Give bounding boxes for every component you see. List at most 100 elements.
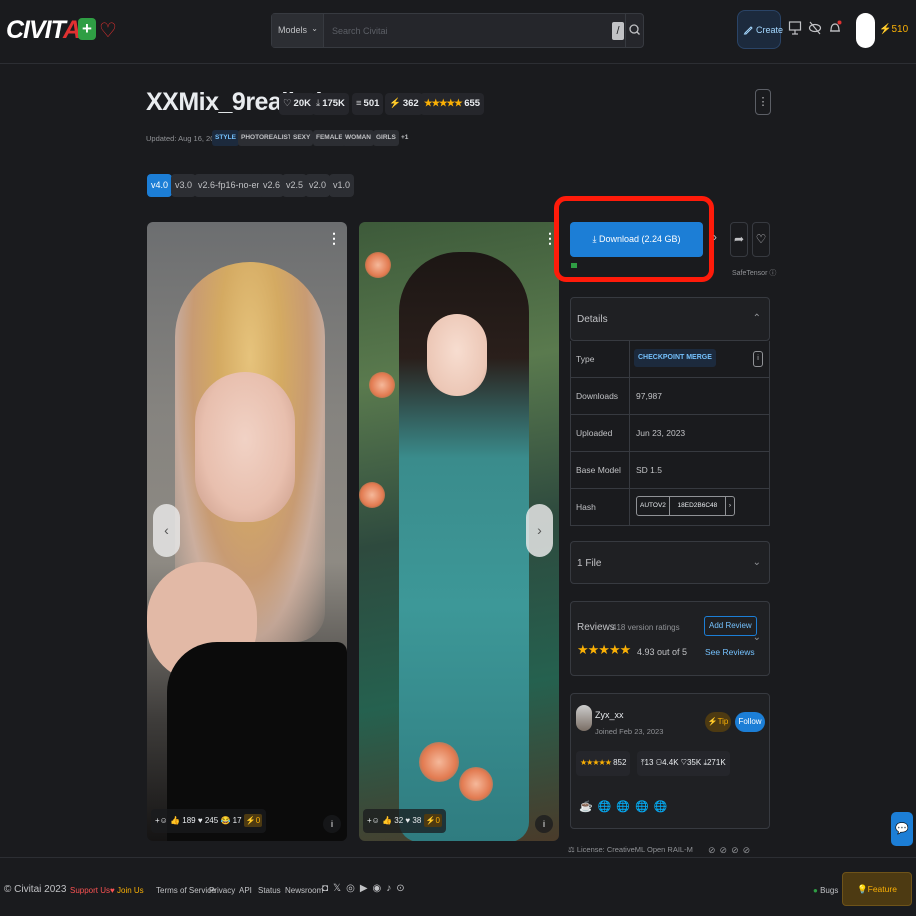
- tips-stat[interactable]: ⚡ 362: [385, 93, 423, 115]
- search-input[interactable]: Search Civitai: [332, 26, 388, 36]
- feature-requests-button[interactable]: 💡Feature Requests: [842, 872, 912, 906]
- user-avatar[interactable]: [856, 13, 875, 48]
- tag-woman[interactable]: WOMAN: [342, 130, 374, 146]
- add-reaction-icon[interactable]: +☺: [155, 816, 168, 825]
- image-menu-button[interactable]: ⋮: [327, 230, 341, 247]
- bell-icon[interactable]: [828, 20, 842, 36]
- creator-name[interactable]: Zyx_xx: [595, 710, 624, 720]
- image-reactions[interactable]: +☺ 👍 189 ♥ 245 😂 17 ⚡0: [151, 809, 267, 833]
- comments-stat[interactable]: ≡ 501: [352, 93, 384, 115]
- api-link[interactable]: API: [239, 886, 252, 895]
- carousel-next-button[interactable]: ›: [526, 504, 553, 557]
- heart-icon: ♥: [197, 816, 203, 825]
- search-category-select[interactable]: Models ⌄: [272, 14, 324, 47]
- details-section-header[interactable]: Details ⌃: [570, 297, 770, 341]
- follow-button[interactable]: Follow: [735, 712, 765, 732]
- info-icon[interactable]: i: [323, 815, 341, 833]
- bugs-link[interactable]: ● Bugs: [813, 886, 838, 895]
- eye-off-icon[interactable]: [808, 20, 822, 36]
- chevron-down-icon: ⌄: [752, 557, 761, 568]
- buzz-balance[interactable]: ⚡510: [879, 24, 908, 35]
- downloads-stat: ⤓ 175K: [312, 93, 349, 115]
- carousel-prev-button[interactable]: ‹: [153, 504, 180, 557]
- lightning-icon: ⚡: [879, 24, 892, 35]
- download-button[interactable]: ⤓ Download (2.24 GB): [570, 222, 703, 257]
- image-reactions[interactable]: +☺ 👍 32 ♥ 38 ⚡0: [363, 809, 446, 833]
- tip-button[interactable]: ⚡Tip: [705, 712, 731, 732]
- version-tab-v3-0[interactable]: v3.0: [171, 174, 197, 197]
- flower-decoration: [459, 767, 493, 801]
- rating-stars: ★★★★★: [577, 642, 631, 657]
- flower-decoration: [359, 482, 385, 508]
- chat-button[interactable]: 💬: [891, 812, 913, 846]
- buzz-reaction[interactable]: ⚡0: [423, 814, 442, 827]
- see-reviews-link[interactable]: See Reviews: [705, 647, 755, 657]
- search-button[interactable]: [625, 14, 643, 47]
- search-icon: [629, 24, 640, 35]
- rating-stat[interactable]: ★★★★★ 655: [420, 93, 485, 115]
- scan-status-icon: [571, 263, 577, 268]
- heart-icon[interactable]: ♡: [99, 18, 117, 43]
- terms-link[interactable]: Terms of Service: [156, 886, 216, 895]
- license-icon: ⚖: [568, 845, 575, 854]
- like-icon: 👍: [170, 816, 181, 825]
- chevron-right-icon[interactable]: ›: [726, 497, 734, 515]
- download-icon: ⤓: [592, 234, 597, 244]
- bug-icon: ●: [813, 886, 818, 895]
- newsroom-link[interactable]: Newsroom: [285, 886, 323, 895]
- like-icon: 👍: [382, 816, 393, 825]
- chevron-down-icon[interactable]: ⌄: [753, 632, 761, 643]
- info-icon[interactable]: i: [535, 815, 553, 833]
- detail-row-downloads: Downloads 97,987: [570, 378, 770, 415]
- download-icon: ⤓: [316, 98, 321, 109]
- version-tab-v2-6[interactable]: v2.6: [259, 174, 285, 197]
- version-tab-v1-0[interactable]: v1.0: [329, 174, 355, 197]
- share-button[interactable]: ➦: [730, 222, 748, 257]
- type-badge: CHECKPOINT MERGE: [634, 349, 716, 367]
- version-tab-v2-5[interactable]: v2.5: [282, 174, 308, 197]
- join-us-link[interactable]: Join Us: [117, 886, 144, 895]
- tag-more[interactable]: +1: [398, 130, 411, 146]
- privacy-link[interactable]: Privacy: [209, 886, 235, 895]
- civitai-logo[interactable]: CIVITAI: [6, 16, 87, 45]
- reviews-section: Reviews 418 version ratings ★★★★★ 4.93 o…: [570, 601, 770, 676]
- tag-style[interactable]: STYLE: [212, 130, 239, 146]
- buzz-reaction[interactable]: ⚡0: [243, 814, 263, 827]
- tag-girls[interactable]: GIRLS: [373, 130, 399, 146]
- chevron-right-icon[interactable]: ›: [713, 230, 717, 244]
- version-tab-v2-0[interactable]: v2.0: [305, 174, 331, 197]
- creator-social-links[interactable]: ☕🌐🌐🌐🌐: [579, 800, 672, 813]
- comments-icon: ≡: [356, 98, 362, 109]
- add-reaction-icon[interactable]: +☺: [367, 816, 380, 825]
- more-options-button[interactable]: ⋮: [755, 89, 771, 115]
- civitai-plus-icon[interactable]: +: [78, 18, 96, 40]
- lightning-icon: ⚡: [389, 98, 401, 109]
- upload-icon[interactable]: [788, 20, 802, 36]
- tag-sexy[interactable]: SEXY: [290, 130, 314, 146]
- detail-row-uploaded: Uploaded Jun 23, 2023: [570, 415, 770, 452]
- version-tab-v4-0[interactable]: v4.0: [147, 174, 173, 197]
- copyright: © Civitai 2023: [4, 884, 67, 895]
- support-us-link[interactable]: Support Us♥: [70, 886, 115, 895]
- add-review-button[interactable]: Add Review: [704, 616, 757, 636]
- details-heading: Details: [577, 314, 608, 325]
- heart-icon: ♥: [405, 816, 411, 825]
- info-icon[interactable]: i: [753, 351, 763, 367]
- tag-female[interactable]: FEMALE: [313, 130, 346, 146]
- social-icons[interactable]: ◘𝕏◎▶◉♪⊙: [322, 883, 410, 894]
- status-link[interactable]: Status: [258, 886, 281, 895]
- create-button[interactable]: Create: [737, 10, 783, 49]
- detail-row-hash: Hash AUTOV2 18ED2B6C48 ›: [570, 489, 770, 526]
- license-link[interactable]: ⚖ License: CreativeML Open RAIL-M: [568, 845, 693, 854]
- footer: © Civitai 2023 Support Us♥ Join Us Terms…: [0, 857, 916, 916]
- creator-avatar[interactable]: [576, 705, 592, 731]
- favorite-button[interactable]: ♡: [752, 222, 770, 257]
- info-icon: ⓘ: [769, 270, 777, 277]
- laugh-icon: 😂: [220, 816, 231, 825]
- creator-card: Zyx_xx Joined Feb 23, 2023 ⚡Tip Follow ★…: [570, 693, 770, 829]
- flower-decoration: [419, 742, 459, 782]
- favorites-stat[interactable]: ♡ 20K: [279, 93, 315, 115]
- files-section-header[interactable]: 1 File ⌄: [570, 541, 770, 584]
- file-format-label: SafeTensor ⓘ: [732, 270, 777, 277]
- hash-copy-control[interactable]: AUTOV2 18ED2B6C48 ›: [636, 496, 736, 516]
